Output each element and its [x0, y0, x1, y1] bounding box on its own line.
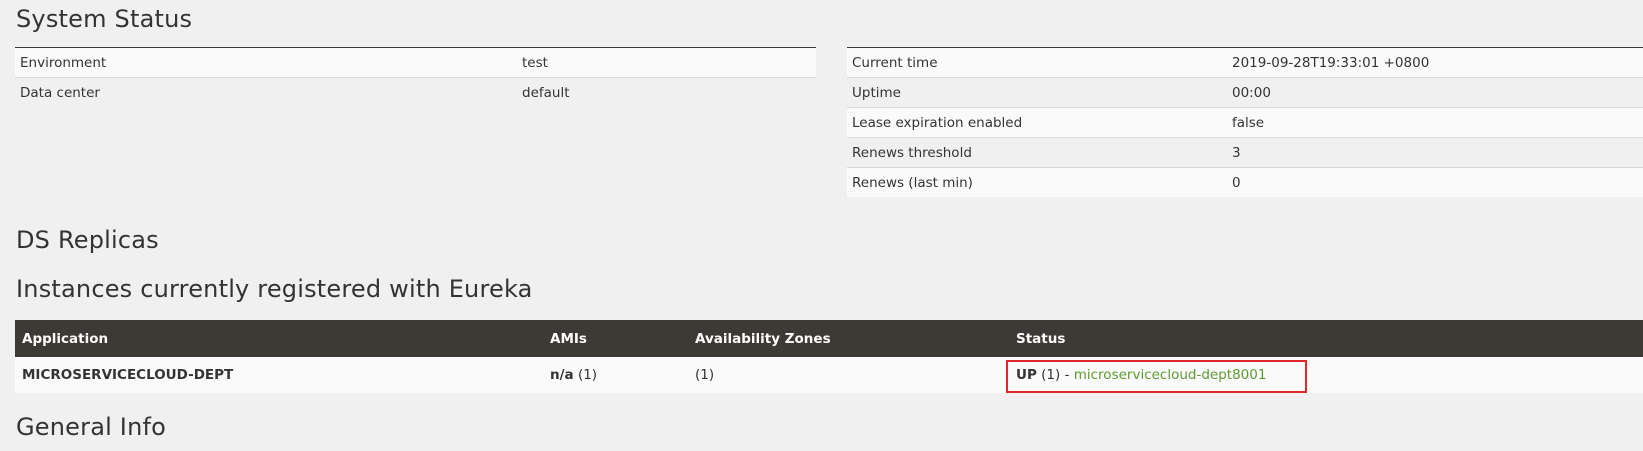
column-header-status: Status — [1009, 320, 1643, 357]
availability-zones-cell: (1) — [688, 357, 1009, 393]
status-info-table: Current time 2019-09-28T19:33:01 +0800 U… — [847, 47, 1643, 197]
column-header-amis: AMIs — [543, 320, 688, 357]
uptime-value: 00:00 — [1227, 77, 1643, 108]
uptime-key: Uptime — [847, 77, 1227, 108]
data-center-value: default — [517, 77, 816, 107]
renews-last-min-value: 0 — [1227, 167, 1643, 197]
amis-label: n/a — [550, 367, 574, 383]
environment-value: test — [517, 47, 816, 78]
environment-key: Environment — [15, 47, 517, 78]
column-header-availability-zones: Availability Zones — [688, 320, 1009, 357]
renews-threshold-key: Renews threshold — [847, 137, 1227, 168]
instances-heading: Instances currently registered with Eure… — [16, 275, 533, 303]
table-row: Lease expiration enabled false — [847, 107, 1643, 138]
instance-link[interactable]: microservicecloud-dept8001 — [1074, 367, 1267, 383]
status-state: UP — [1016, 367, 1037, 383]
table-row: Renews (last min) 0 — [847, 167, 1643, 197]
table-row: Renews threshold 3 — [847, 137, 1643, 168]
column-header-application: Application — [15, 320, 543, 357]
ds-replicas-heading: DS Replicas — [16, 226, 159, 254]
environment-table: Environment test Data center default — [15, 47, 816, 107]
amis-count: (1) — [577, 367, 598, 383]
application-name: MICROSERVICECLOUD-DEPT — [15, 357, 543, 393]
table-row: Uptime 00:00 — [847, 77, 1643, 108]
table-row: Environment test — [15, 47, 816, 78]
status-count: (1) - — [1041, 367, 1074, 383]
lease-expiration-value: false — [1227, 107, 1643, 138]
renews-last-min-key: Renews (last min) — [847, 167, 1227, 197]
system-status-heading: System Status — [16, 5, 193, 33]
table-header-row: Application AMIs Availability Zones Stat… — [15, 320, 1643, 357]
lease-expiration-key: Lease expiration enabled — [847, 107, 1227, 138]
status-cell: UP (1) - microservicecloud-dept8001 — [1009, 357, 1643, 393]
renews-threshold-value: 3 — [1227, 137, 1643, 168]
current-time-key: Current time — [847, 47, 1227, 78]
table-row: Current time 2019-09-28T19:33:01 +0800 — [847, 47, 1643, 78]
table-row: MICROSERVICECLOUD-DEPT n/a (1) (1) UP (1… — [15, 357, 1643, 393]
current-time-value: 2019-09-28T19:33:01 +0800 — [1227, 47, 1643, 78]
table-row: Data center default — [15, 77, 816, 107]
eureka-dashboard: System Status Environment test Data cent… — [0, 0, 1643, 451]
amis-cell: n/a (1) — [543, 357, 688, 393]
instances-table: Application AMIs Availability Zones Stat… — [15, 320, 1643, 393]
data-center-key: Data center — [15, 77, 517, 107]
general-info-heading: General Info — [16, 413, 167, 441]
